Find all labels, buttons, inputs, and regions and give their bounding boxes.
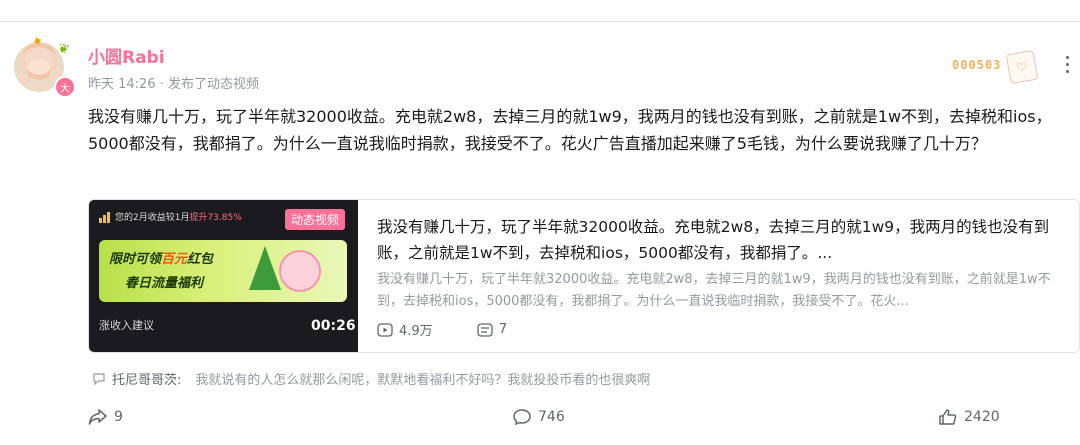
post-text: 我没有赚几十万，玩了半年就32000收益。充电就2w8，去掉三月的就1w9，我两… xyxy=(88,107,1052,153)
bar-chart-icon xyxy=(99,212,111,223)
views-stat: 4.9万 xyxy=(377,320,433,339)
thumb-top-text: 您的2月收益较1月提升73.85% xyxy=(99,210,242,223)
share-button[interactable]: 9 xyxy=(88,408,123,426)
video-description: 我没有赚几十万，玩了半年就32000收益。充电就2w8，去掉三月的就1w9，我两… xyxy=(377,272,1051,309)
comment-bubble-icon xyxy=(92,372,106,386)
fan-badge[interactable]: 000503 ♡ xyxy=(950,49,1040,85)
thumbs-up-icon xyxy=(938,408,958,426)
tree-icon xyxy=(249,246,281,290)
fan-card-icon: ♡ xyxy=(1005,49,1039,85)
play-icon xyxy=(377,322,393,337)
comment-button[interactable]: 746 xyxy=(512,408,565,426)
video-card[interactable]: 您的2月收益较1月提升73.85% 动态视频 限时可领百元红包 春日流量福利 涨… xyxy=(88,199,1080,353)
thumb-income-highlight: 提升73.85% xyxy=(189,213,242,223)
post-action: 发布了动态视频 xyxy=(168,77,260,92)
meta-separator: · xyxy=(159,77,164,92)
avatar-pendant-leaf-icon: ❦ xyxy=(56,40,71,59)
comment-icon xyxy=(512,408,532,426)
like-button[interactable]: 2420 xyxy=(938,408,1000,426)
banner-text-a: 限时可领 xyxy=(109,252,162,267)
post-meta: 昨天 14:26 · 发布了动态视频 xyxy=(88,73,259,92)
promo-banner: 限时可领百元红包 春日流量福利 xyxy=(99,240,347,302)
share-count: 9 xyxy=(114,409,123,425)
comment-count: 746 xyxy=(538,409,565,425)
video-title[interactable]: 我没有赚几十万，玩了半年就32000收益。充电就2w8，去掉三月的就1w9，我两… xyxy=(377,214,1067,266)
thumb-income-text: 您的2月收益较1月 xyxy=(115,213,190,223)
danmaku-count: 7 xyxy=(498,322,507,337)
danmaku-icon xyxy=(477,322,493,337)
thumb-bottom-text: 涨收入建议 xyxy=(99,319,154,332)
views-count: 4.9万 xyxy=(399,324,433,339)
fan-badge-number: 000503 xyxy=(952,58,1002,72)
username[interactable]: 小圆Rabi xyxy=(88,43,165,68)
level-badge: 大 xyxy=(54,76,76,98)
avatar[interactable]: ✦ ❦ 大 xyxy=(14,32,76,98)
banner-text-hl: 百元 xyxy=(161,252,188,267)
danmaku-stat: 7 xyxy=(477,322,507,337)
hot-comment[interactable]: 托尼哥哥茨: 我就说有的人怎么就那么闲呢，默默地看福利不好吗？我就投投币看的也很… xyxy=(92,369,650,388)
video-duration: 00:26 xyxy=(311,318,356,334)
comment-text: 我就说有的人怎么就那么闲呢，默默地看福利不好吗？我就投投币看的也很爽啊 xyxy=(195,373,651,388)
action-bar: 9 746 2420 xyxy=(88,408,1080,430)
comment-user[interactable]: 托尼哥哥茨: xyxy=(112,369,181,388)
video-thumbnail[interactable]: 您的2月收益较1月提升73.85% 动态视频 限时可领百元红包 春日流量福利 涨… xyxy=(89,200,358,352)
video-stats: 4.9万 7 xyxy=(377,320,551,339)
like-count: 2420 xyxy=(964,409,1000,425)
banner-text-b: 红包 xyxy=(187,252,214,267)
post-time: 昨天 14:26 xyxy=(88,77,156,92)
banner-line2: 春日流量福利 xyxy=(125,276,204,291)
banner-line1: 限时可领百元红包 xyxy=(109,248,213,267)
top-divider xyxy=(0,21,1080,22)
more-menu-icon[interactable] xyxy=(1066,56,1070,77)
share-icon xyxy=(88,408,108,426)
video-tag: 动态视频 xyxy=(285,209,346,230)
mascot-icon xyxy=(279,250,321,292)
